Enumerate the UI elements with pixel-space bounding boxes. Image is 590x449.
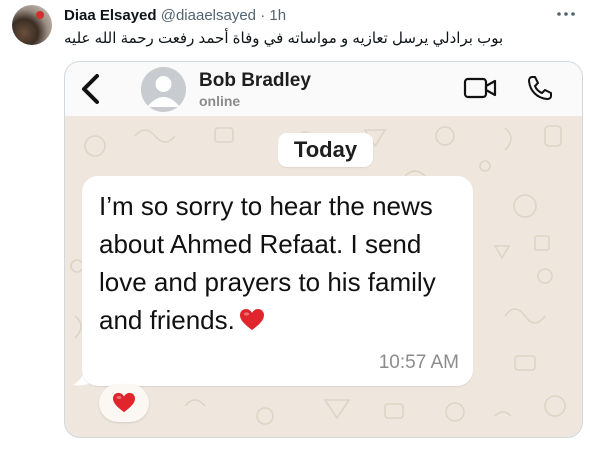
tweet: Diaa Elsayed @diaaelsayed · 1h بوب برادل…	[0, 0, 590, 449]
message-time: 10:57 AM	[378, 352, 459, 373]
message-text: I’m so sorry to hear the news about Ahme…	[99, 191, 436, 335]
default-avatar-icon[interactable]	[141, 67, 186, 112]
red-heart-icon	[239, 304, 265, 342]
message-bubble[interactable]: I’m so sorry to hear the news about Ahme…	[82, 176, 473, 386]
red-heart-icon	[113, 392, 135, 413]
contact-name[interactable]: Bob Bradley	[199, 70, 311, 92]
phone-icon[interactable]	[526, 74, 554, 102]
message-text-block: I’m so sorry to hear the news about Ahme…	[99, 187, 464, 342]
contact-status: online	[199, 93, 241, 109]
message-reaction[interactable]	[99, 384, 149, 422]
tweet-header: Diaa Elsayed @diaaelsayed · 1h	[64, 6, 286, 26]
author-handle[interactable]: @diaaelsayed	[161, 7, 256, 24]
tweet-time[interactable]: 1h	[269, 7, 286, 24]
chevron-left-icon[interactable]	[79, 72, 101, 106]
header-separator: ·	[260, 7, 266, 24]
chat-header: Bob Bradley online	[65, 62, 582, 116]
avatar-detail	[36, 11, 44, 19]
tweet-text: بوب برادلي يرسل تعازيه و مواساته في وفاة…	[64, 30, 504, 47]
video-call-icon[interactable]	[463, 76, 497, 100]
author-name[interactable]: Diaa Elsayed	[64, 7, 157, 24]
date-separator: Today	[278, 133, 373, 167]
screenshot-card[interactable]: Bob Bradley online Today I’m so sorry to…	[64, 61, 583, 438]
more-dots-icon[interactable]	[554, 4, 578, 24]
author-avatar[interactable]	[12, 5, 52, 45]
